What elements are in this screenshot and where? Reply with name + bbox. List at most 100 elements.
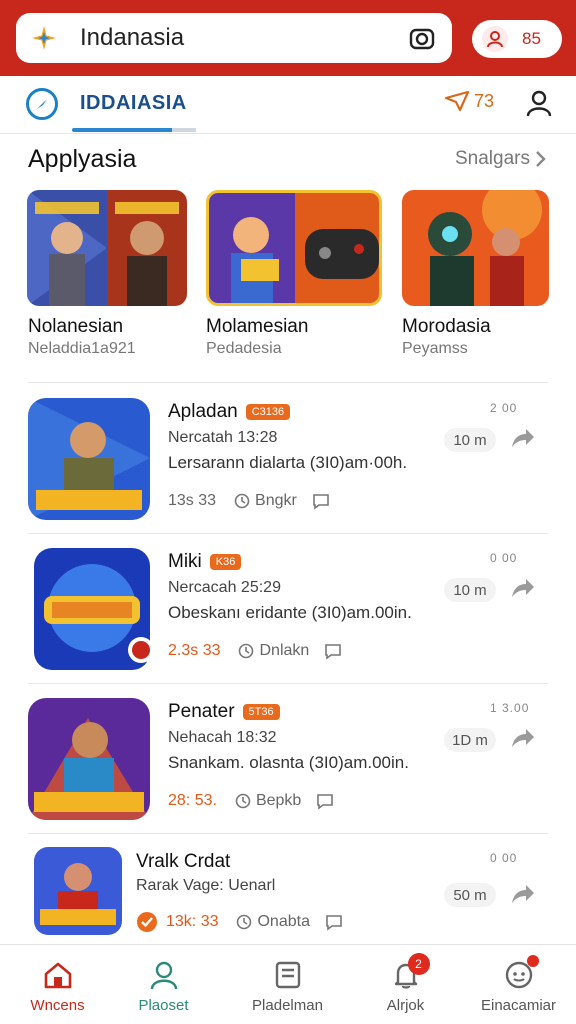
featured-card-3[interactable] <box>402 190 549 306</box>
nav-label: Einacamiar <box>480 997 557 1014</box>
app-meta-text: Bngkr <box>255 492 297 509</box>
app-description: Snankam. olasnta (3I0)am.00in. <box>168 753 409 772</box>
nav-files[interactable]: Pladelman <box>230 945 345 1024</box>
nav-label: Wncens <box>30 997 85 1014</box>
search-input[interactable]: Indanasia <box>80 24 408 52</box>
account-pill[interactable]: 85 <box>472 20 562 58</box>
app-thumbnail <box>28 698 150 820</box>
app-title[interactable]: Vralk Crdat <box>136 851 230 873</box>
app-title-text: Penater <box>168 701 235 722</box>
app-subtitle: Rarak Vage: Uenarl <box>136 877 276 894</box>
app-meta: 2.3s 33 Dnlakn <box>168 641 343 661</box>
clock-icon <box>239 643 254 659</box>
clock-icon <box>234 493 250 509</box>
app-subtitle: Nercacah 25:29 <box>168 579 281 596</box>
clock-icon <box>237 914 252 930</box>
app-rating: 28: 53. <box>168 792 217 809</box>
app-title-text: Apladan <box>168 401 238 422</box>
app-count-chip[interactable]: 10 m <box>444 428 496 452</box>
nav-profile[interactable]: Plaoset <box>106 945 221 1024</box>
user-badge-icon <box>482 26 508 52</box>
featured-sub-3: Peyamss <box>402 340 468 357</box>
app-meta-item: Dnlakn <box>238 642 309 660</box>
clock-icon <box>235 793 251 809</box>
app-title[interactable]: Penater 5T36 <box>168 701 280 723</box>
share-icon[interactable] <box>508 881 536 909</box>
app-subtitle: Nehacah 18:32 <box>168 729 277 746</box>
list-item[interactable]: Apladan C3136 Nercatah 13:28 Lersarann di… <box>0 383 576 533</box>
app-corner-label: 0 00 <box>490 851 518 865</box>
tab-brand[interactable]: IDDAIASIA <box>80 92 187 115</box>
file-icon <box>275 961 300 989</box>
share-icon[interactable] <box>508 575 536 603</box>
search-bar[interactable]: Indanasia <box>16 13 452 63</box>
app-title[interactable]: Miki K36 <box>168 551 242 573</box>
featured-card-2[interactable] <box>206 190 382 306</box>
verified-icon <box>137 912 157 932</box>
nav-label: Plaoset <box>138 997 189 1014</box>
coins-counter[interactable]: 73 <box>444 90 494 112</box>
game-art-image <box>402 190 549 306</box>
app-corner-label: 1 3.00 <box>490 701 530 715</box>
see-more-label: Snalgars <box>455 148 530 169</box>
see-more-link[interactable]: Snalgars <box>455 148 546 170</box>
featured-name-2[interactable]: Molamesian <box>206 316 308 338</box>
brand-header: IDDAIASIA 73 <box>0 76 576 134</box>
person-icon[interactable] <box>524 88 554 118</box>
app-title[interactable]: Apladan C3136 <box>168 401 291 423</box>
app-count-chip[interactable]: 10 m <box>444 578 496 602</box>
app-meta-text: Bepkb <box>255 792 302 809</box>
app-count-chip[interactable]: 50 m <box>444 883 496 907</box>
app-thumbnail <box>34 847 122 935</box>
app-meta: 13s 33 Bngkr <box>168 491 331 511</box>
app-meta-item: Bngkr <box>234 492 297 510</box>
home-icon <box>44 962 71 989</box>
section-title: Applyasia <box>28 145 137 173</box>
app-meta-text: Onabta <box>257 913 310 930</box>
app-subtitle: Nercatah 13:28 <box>168 429 278 446</box>
top-bar: Indanasia 85 <box>0 0 576 76</box>
nav-label: Alrjok <box>386 997 425 1014</box>
comment-icon[interactable] <box>311 491 331 511</box>
list-item[interactable]: Penater 5T36 Nehacah 18:32 Snankam. olasn… <box>0 683 576 833</box>
hot-icon <box>128 637 154 663</box>
comment-icon[interactable] <box>324 912 344 932</box>
comment-icon[interactable] <box>315 791 335 811</box>
nav-alerts[interactable]: 2 Alrjok <box>348 945 463 1024</box>
app-meta: 28: 53. Bepkb <box>168 791 335 811</box>
featured-card-1[interactable] <box>27 190 187 306</box>
game-art-image <box>27 190 187 306</box>
app-badge: 5T36 <box>242 704 280 720</box>
app-badge: C3136 <box>245 404 291 420</box>
compass-icon[interactable] <box>26 88 58 120</box>
notification-dot <box>526 955 539 967</box>
featured-name-3[interactable]: Morodasia <box>402 316 491 338</box>
send-icon <box>444 90 470 112</box>
app-thumbnail <box>28 398 150 520</box>
app-meta-item: Onabta <box>236 913 310 931</box>
nav-chat[interactable]: Einacamiar <box>461 945 576 1024</box>
share-icon[interactable] <box>508 725 536 753</box>
list-item[interactable]: Vralk Crdat Rarak Vage: Uenarl 13k: 33 O… <box>0 833 576 943</box>
app-count-chip[interactable]: 1D m <box>444 728 496 752</box>
app-corner-label: 0 00 <box>490 551 518 565</box>
coins-count: 73 <box>474 90 495 111</box>
app-meta: 13k: 33 Onabta <box>136 911 344 933</box>
app-rating: 13s 33 <box>168 492 217 509</box>
list-item[interactable]: Miki K36 Nercacah 25:29 Obeskanı eridante… <box>0 533 576 683</box>
account-count: 85 <box>522 29 541 48</box>
nav-home[interactable]: Wncens <box>0 945 115 1024</box>
share-icon[interactable] <box>508 425 536 453</box>
app-rating: 2.3s 33 <box>168 642 221 659</box>
featured-name-1[interactable]: Nolanesian <box>28 316 123 338</box>
featured-sub-2: Pedadesia <box>206 340 282 357</box>
bell-icon: 2 <box>390 953 430 991</box>
bottom-navigation: Wncens Plaoset Pladelman 2 Alrjok Einaca… <box>0 944 576 1024</box>
comment-icon[interactable] <box>323 641 343 661</box>
nav-label: Pladelman <box>252 997 323 1014</box>
chat-icon <box>503 955 539 991</box>
camera-icon[interactable] <box>408 24 436 52</box>
featured-sub-1: Neladdia1a921 <box>28 340 136 357</box>
app-description: Obeskanı eridante (3I0)am.00in. <box>168 603 412 622</box>
profile-icon <box>150 961 177 990</box>
